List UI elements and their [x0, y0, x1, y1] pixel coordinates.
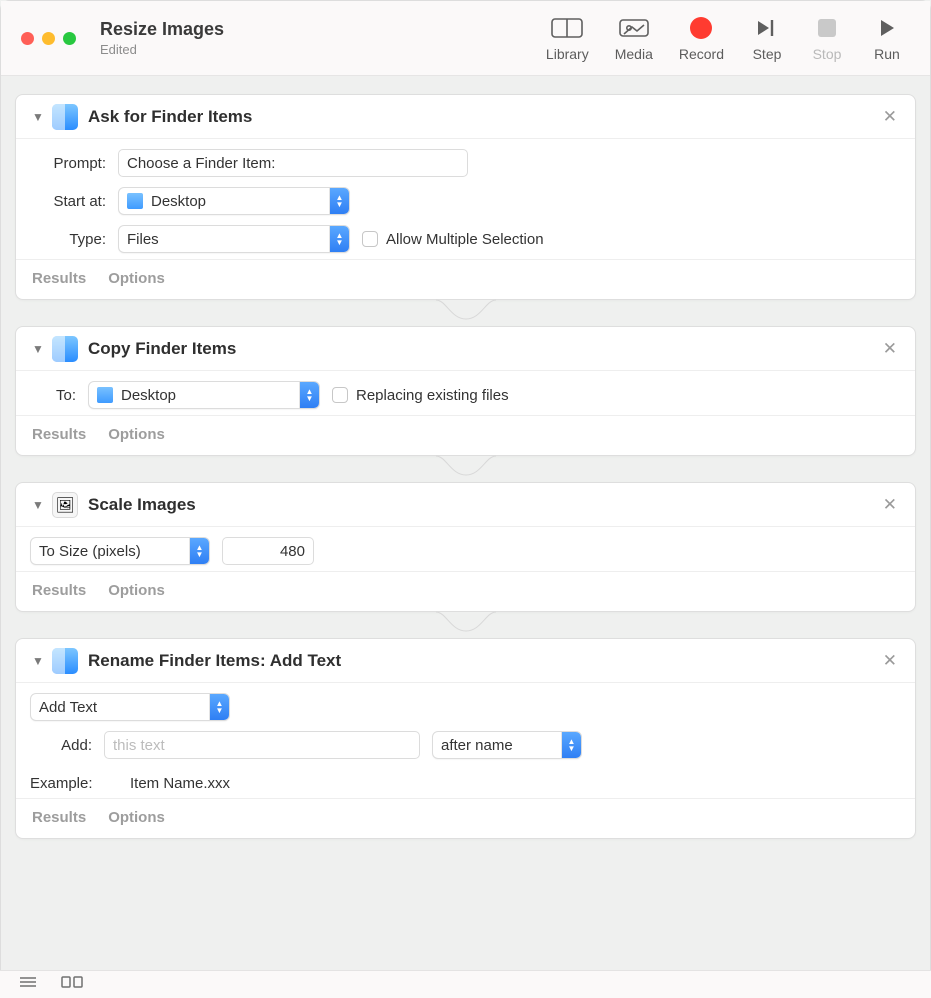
stop-icon: [810, 14, 844, 42]
type-label: Type:: [30, 231, 106, 248]
example-label: Example:: [30, 775, 118, 792]
library-label: Library: [546, 46, 589, 62]
allow-multiple-checkbox[interactable]: Allow Multiple Selection: [362, 231, 544, 248]
results-button[interactable]: Results: [32, 582, 86, 599]
startat-label: Start at:: [30, 193, 106, 210]
results-button[interactable]: Results: [32, 426, 86, 443]
to-popup[interactable]: Desktop ▲▼: [88, 381, 320, 409]
action-title: Copy Finder Items: [88, 339, 879, 359]
toolbar: Library Media Record Step Stop Run: [546, 14, 912, 62]
zoom-window-button[interactable]: [63, 32, 76, 45]
status-bar: [0, 970, 931, 998]
type-popup[interactable]: Files ▲▼: [118, 225, 350, 253]
startat-popup[interactable]: Desktop ▲▼: [118, 187, 350, 215]
connector: [15, 456, 916, 482]
run-button[interactable]: Run: [870, 14, 904, 62]
run-label: Run: [874, 46, 900, 62]
action-rename-finder-items: ▼ Rename Finder Items: Add Text ✕ Add Te…: [15, 638, 916, 839]
scale-mode-popup[interactable]: To Size (pixels) ▲▼: [30, 537, 210, 565]
replace-label: Replacing existing files: [356, 387, 509, 404]
media-icon: [617, 14, 651, 42]
position-value: after name: [441, 737, 555, 754]
finder-icon: [52, 648, 78, 674]
stop-button: Stop: [810, 14, 844, 62]
window-subtitle: Edited: [100, 42, 224, 57]
titlebar: Resize Images Edited Library Media Recor…: [1, 1, 930, 76]
prompt-label: Prompt:: [30, 155, 106, 172]
step-button[interactable]: Step: [750, 14, 784, 62]
record-label: Record: [679, 46, 724, 62]
disclosure-icon[interactable]: ▼: [30, 498, 46, 512]
rename-op-popup[interactable]: Add Text ▲▼: [30, 693, 230, 721]
scale-size-input[interactable]: [222, 537, 314, 565]
allow-label: Allow Multiple Selection: [386, 231, 544, 248]
example-value: Item Name.xxx: [130, 775, 230, 792]
remove-action-button[interactable]: ✕: [879, 107, 901, 127]
minimize-window-button[interactable]: [42, 32, 55, 45]
action-scale-images: ▼ 🖼 Scale Images ✕ To Size (pixels) ▲▼ R…: [15, 482, 916, 612]
folder-icon: [127, 193, 143, 209]
remove-action-button[interactable]: ✕: [879, 495, 901, 515]
to-value: Desktop: [121, 387, 293, 404]
record-icon: [684, 14, 718, 42]
window-controls: [21, 32, 76, 45]
connector: [15, 300, 916, 326]
checkbox-icon: [332, 387, 348, 403]
checkbox-icon: [362, 231, 378, 247]
library-button[interactable]: Library: [546, 14, 589, 62]
preview-icon: 🖼: [52, 492, 78, 518]
stepper-icon: ▲▼: [561, 732, 581, 758]
stop-label: Stop: [813, 46, 842, 62]
add-label: Add:: [30, 737, 92, 754]
remove-action-button[interactable]: ✕: [879, 339, 901, 359]
stepper-icon: ▲▼: [299, 382, 319, 408]
prompt-input[interactable]: [118, 149, 468, 177]
step-label: Step: [753, 46, 782, 62]
disclosure-icon[interactable]: ▼: [30, 342, 46, 356]
log-view-button[interactable]: [18, 975, 38, 994]
action-title: Rename Finder Items: Add Text: [88, 651, 879, 671]
action-title: Ask for Finder Items: [88, 107, 879, 127]
options-button[interactable]: Options: [108, 809, 165, 826]
close-window-button[interactable]: [21, 32, 34, 45]
rename-op-value: Add Text: [39, 699, 203, 716]
remove-action-button[interactable]: ✕: [879, 651, 901, 671]
variables-view-button[interactable]: [60, 975, 84, 994]
stepper-icon: ▲▼: [189, 538, 209, 564]
step-icon: [750, 14, 784, 42]
options-button[interactable]: Options: [108, 426, 165, 443]
position-popup[interactable]: after name ▲▼: [432, 731, 582, 759]
stepper-icon: ▲▼: [329, 226, 349, 252]
action-ask-finder-items: ▼ Ask for Finder Items ✕ Prompt: Start a…: [15, 94, 916, 300]
options-button[interactable]: Options: [108, 582, 165, 599]
connector: [15, 612, 916, 638]
library-icon: [550, 14, 584, 42]
window-title: Resize Images: [100, 19, 224, 40]
disclosure-icon[interactable]: ▼: [30, 110, 46, 124]
results-button[interactable]: Results: [32, 809, 86, 826]
stepper-icon: ▲▼: [329, 188, 349, 214]
media-label: Media: [615, 46, 653, 62]
to-label: To:: [30, 387, 76, 404]
media-button[interactable]: Media: [615, 14, 653, 62]
workflow-area: ▼ Ask for Finder Items ✕ Prompt: Start a…: [1, 76, 930, 839]
startat-value: Desktop: [151, 193, 323, 210]
options-button[interactable]: Options: [108, 270, 165, 287]
type-value: Files: [127, 231, 323, 248]
finder-icon: [52, 104, 78, 130]
finder-icon: [52, 336, 78, 362]
stepper-icon: ▲▼: [209, 694, 229, 720]
replace-checkbox[interactable]: Replacing existing files: [332, 387, 509, 404]
record-button[interactable]: Record: [679, 14, 724, 62]
add-text-input[interactable]: [104, 731, 420, 759]
action-copy-finder-items: ▼ Copy Finder Items ✕ To: Desktop ▲▼ Rep…: [15, 326, 916, 456]
run-icon: [870, 14, 904, 42]
folder-icon: [97, 387, 113, 403]
scale-mode-value: To Size (pixels): [39, 543, 183, 560]
title-group: Resize Images Edited: [100, 19, 224, 57]
disclosure-icon[interactable]: ▼: [30, 654, 46, 668]
results-button[interactable]: Results: [32, 270, 86, 287]
action-title: Scale Images: [88, 495, 879, 515]
